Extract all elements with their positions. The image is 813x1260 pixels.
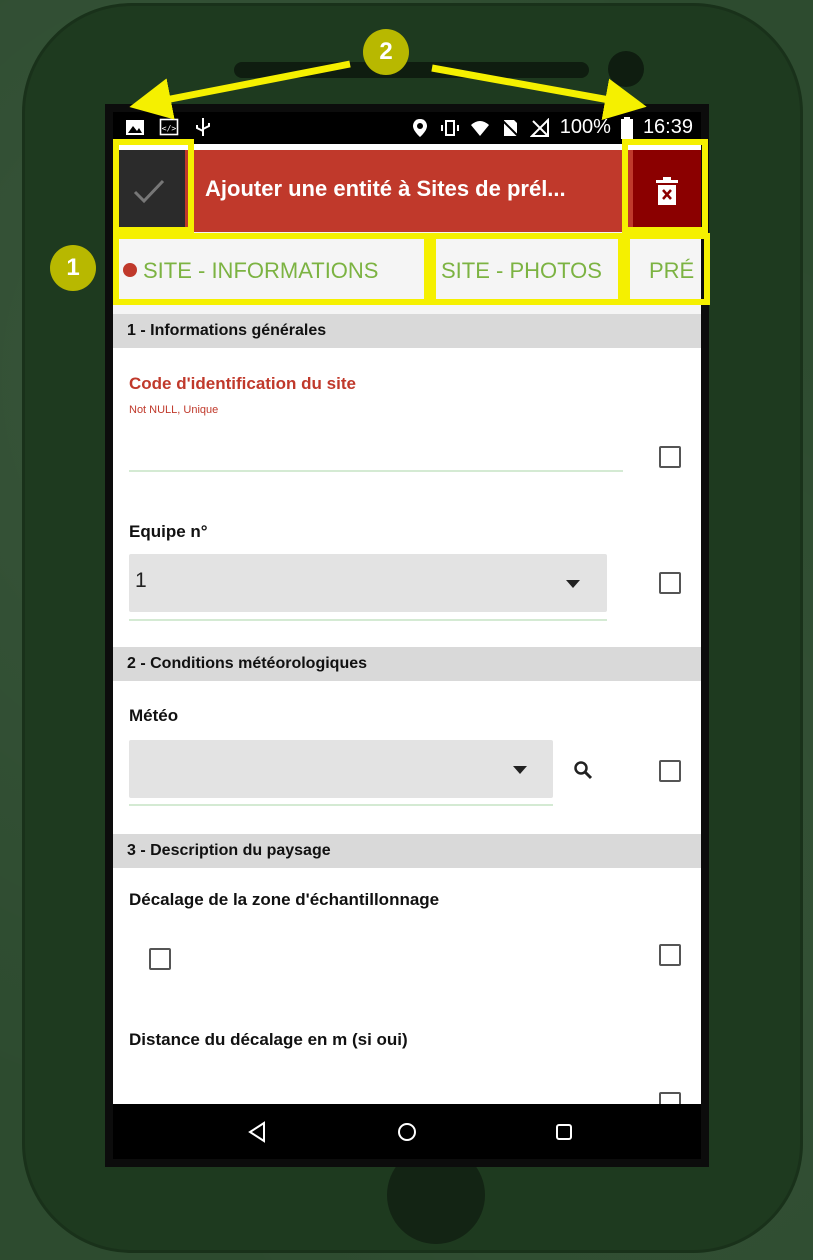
arrow-to-save — [129, 60, 351, 120]
annotation-badge-1: 1 — [50, 245, 96, 291]
annotation-arrows — [129, 60, 647, 120]
annotation-badge-2: 2 — [363, 29, 409, 75]
arrow-to-delete — [431, 64, 647, 120]
